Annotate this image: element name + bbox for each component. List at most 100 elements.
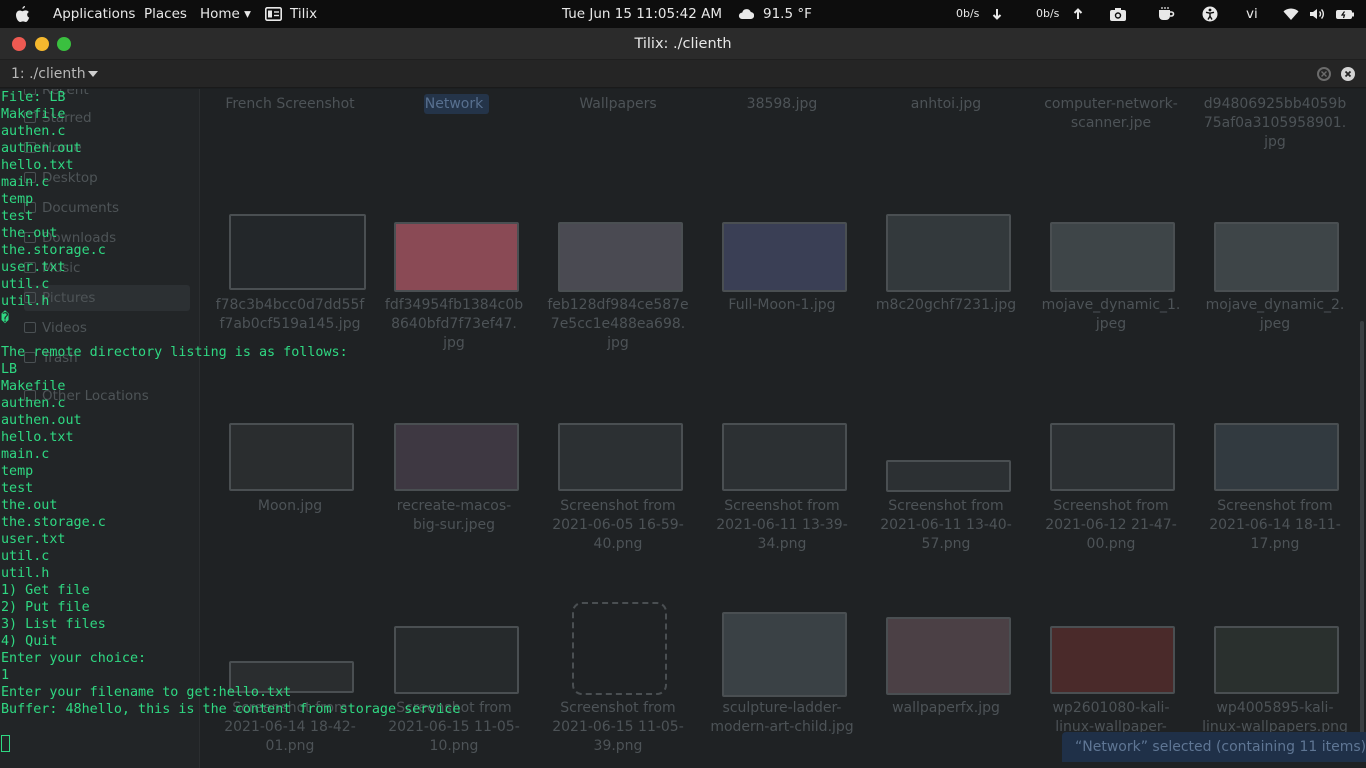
terminal-line: 1 — [1, 668, 10, 683]
terminal-line: hello.txt — [1, 430, 74, 445]
window-titlebar[interactable]: Tilix: ./clienth — [0, 28, 1366, 60]
tilix-app-icon — [265, 7, 282, 21]
file-name: Screenshot from 2021-06-05 16-59- 40.png — [552, 498, 684, 552]
terminal-line: hello.txt — [1, 158, 74, 173]
file-name: mojave_dynamic_2. jpeg — [1205, 297, 1345, 332]
maximize-terminal-icon[interactable] — [1317, 67, 1331, 81]
net-down-speed: 0b/s — [956, 7, 980, 20]
close-terminal-icon[interactable] — [1341, 67, 1355, 81]
file-name: mojave_dynamic_1. jpeg — [1041, 297, 1181, 332]
file-thumbnail — [1214, 222, 1339, 292]
file-name: d94806925bb4059b 75af0a3105958901. jpg — [1203, 96, 1347, 150]
file-thumbnail — [572, 602, 667, 695]
file-name: Screenshot from 2021-06-11 13-39- 34.png — [716, 498, 848, 552]
terminal-line: util.c — [1, 549, 50, 564]
terminal-line: 2) Put file — [1, 600, 90, 615]
terminal-line: The remote directory listing is as follo… — [1, 345, 348, 360]
file-thumbnail — [1050, 222, 1175, 292]
wifi-icon[interactable] — [1283, 6, 1299, 22]
terminal-area[interactable]: Recent Starred Home Desktop Documents Do… — [0, 89, 1366, 768]
file-thumbnail — [722, 612, 847, 697]
battery-icon[interactable] — [1335, 6, 1355, 22]
terminal-line: authen.out — [1, 141, 82, 156]
apple-icon[interactable] — [14, 5, 30, 23]
terminal-line: LB — [1, 362, 18, 377]
terminal-cursor — [1, 735, 10, 752]
file-name: 38598.jpg — [746, 96, 818, 112]
coffee-cup-icon[interactable] — [1157, 6, 1175, 22]
selection-status: “Network” selected (containing 11 items) — [1062, 732, 1366, 762]
file-thumbnail — [886, 617, 1011, 695]
terminal-line: authen.out — [1, 413, 82, 428]
keyboard-layout[interactable]: vi — [1246, 0, 1258, 28]
terminal-line: Buffer: 48hello, this is the content fro… — [1, 702, 461, 717]
window-title: Tilix: ./clienth — [634, 36, 732, 52]
file-thumbnail — [558, 423, 683, 491]
arrow-up-icon — [1072, 6, 1088, 22]
terminal-output: File: LB Makefile authen.c authen.out hello.… — [1, 89, 461, 718]
home-menu[interactable]: Home ▾ — [200, 0, 251, 28]
terminal-line: Enter your filename to get:hello.txt — [1, 685, 292, 700]
terminal-line: user.txt — [1, 260, 66, 275]
file-name: m8c20gchf7231.jpg — [875, 297, 1017, 313]
terminal-line: � — [1, 311, 10, 326]
terminal-line: test — [1, 481, 34, 496]
active-app-name[interactable]: Tilix — [290, 0, 317, 28]
terminal-line: 4) Quit — [1, 634, 58, 649]
file-thumbnail — [558, 222, 683, 292]
weather-temperature[interactable]: 91.5 °F — [763, 0, 812, 28]
top-panel: Applications Places Home ▾ Tilix Tue Jun… — [0, 0, 1366, 28]
file-name: Screenshot from 2021-06-15 11-05- 39.png — [552, 700, 684, 754]
terminal-line: util.h — [1, 294, 50, 309]
file-name: Full-Moon-1.jpg — [728, 297, 836, 313]
applications-menu[interactable]: Applications — [53, 0, 135, 28]
terminal-line: main.c — [1, 447, 50, 462]
net-up-speed: 0b/s — [1036, 7, 1060, 20]
terminal-line: util.h — [1, 566, 50, 581]
file-name: Screenshot from 2021-06-11 13-40- 57.png — [880, 498, 1012, 552]
file-name: Screenshot from 2021-06-12 21-47- 00.png — [1045, 498, 1177, 552]
terminal-line: the.storage.c — [1, 243, 106, 258]
terminal-line: user.txt — [1, 532, 66, 547]
cloud-icon — [738, 8, 754, 20]
file-name: Screenshot from 2021-06-14 18-11- 17.png — [1209, 498, 1341, 552]
terminal-line: util.c — [1, 277, 50, 292]
terminal-line: Enter your choice: — [1, 651, 147, 666]
file-thumbnail — [1050, 423, 1175, 491]
file-thumbnail — [1214, 423, 1339, 491]
terminal-line: the.out — [1, 226, 58, 241]
file-thumbnail — [1214, 626, 1339, 694]
terminal-line: main.c — [1, 175, 50, 190]
file-name: computer-network- scanner.jpe — [1044, 96, 1178, 131]
file-thumbnail — [722, 423, 847, 491]
places-menu[interactable]: Places — [144, 0, 187, 28]
terminal-line: authen.c — [1, 124, 66, 139]
file-thumbnail — [886, 214, 1011, 292]
file-name: sculpture-ladder- modern-art-child.jpg — [710, 700, 854, 735]
chevron-down-icon[interactable] — [88, 71, 98, 77]
terminal-line: temp — [1, 192, 34, 207]
volume-icon[interactable] — [1309, 6, 1325, 22]
terminal-line: authen.c — [1, 396, 66, 411]
terminal-line: the.storage.c — [1, 515, 106, 530]
file-name: Wallpapers — [579, 96, 657, 112]
file-name: wallpaperfx.jpg — [892, 700, 1000, 716]
file-thumbnail — [886, 460, 1011, 492]
file-thumbnail — [722, 222, 847, 292]
terminal-line: 1) Get file — [1, 583, 90, 598]
session-bar: 1: ./clienth — [0, 60, 1366, 88]
camera-icon[interactable] — [1109, 6, 1127, 22]
scrollbar — [1360, 321, 1364, 761]
terminal-line: Makefile — [1, 379, 66, 394]
file-thumbnail — [1050, 626, 1175, 694]
clock[interactable]: Tue Jun 15 11:05:42 AM — [562, 0, 722, 28]
terminal-line: Makefile — [1, 107, 66, 122]
terminal-line: the.out — [1, 498, 58, 513]
terminal-line: temp — [1, 464, 34, 479]
terminal-line: 3) List files — [1, 617, 106, 632]
terminal-line: File: LB — [1, 90, 66, 105]
terminal-line: test — [1, 209, 34, 224]
session-switcher[interactable]: 1: ./clienth — [11, 60, 86, 88]
accessibility-icon[interactable] — [1202, 6, 1218, 22]
